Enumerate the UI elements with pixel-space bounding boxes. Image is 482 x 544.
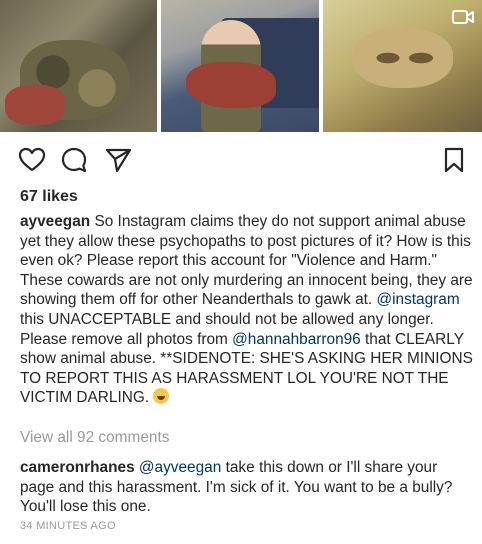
post-photo-2[interactable] [161,0,319,132]
likes-count[interactable]: 67 likes [20,188,78,206]
post-media-strip[interactable] [0,0,482,132]
mention-link-hannahbarron96[interactable]: @hannahbarron96 [232,331,361,348]
meat-carcass [5,85,65,125]
post-action-bar [0,140,482,180]
comment-item: cameronrhanes @ayveegan take this down o… [20,458,475,517]
post-photo-1[interactable] [0,0,157,132]
comment-mention[interactable]: @ayveegan [139,459,221,476]
view-all-comments-link[interactable]: View all 92 comments [20,429,169,447]
meat-carcass [186,62,276,108]
post-caption: ayveegan So Instagram claims they do not… [20,212,475,408]
camo-face [353,28,453,88]
mention-link-instagram[interactable]: @instagram [376,291,459,308]
post-timestamp: 34 MINUTES AGO [20,520,116,532]
laughing-emoji-icon [153,388,170,405]
paper-plane-icon[interactable] [104,146,132,174]
post-photo-3[interactable] [323,0,482,132]
comment-bubble-icon[interactable] [60,146,88,174]
caption-username[interactable]: ayveegan [20,213,90,230]
bookmark-icon[interactable] [440,146,468,174]
comment-username[interactable]: cameronrhanes [20,459,135,476]
video-camera-icon [452,10,474,24]
heart-icon[interactable] [18,146,46,174]
